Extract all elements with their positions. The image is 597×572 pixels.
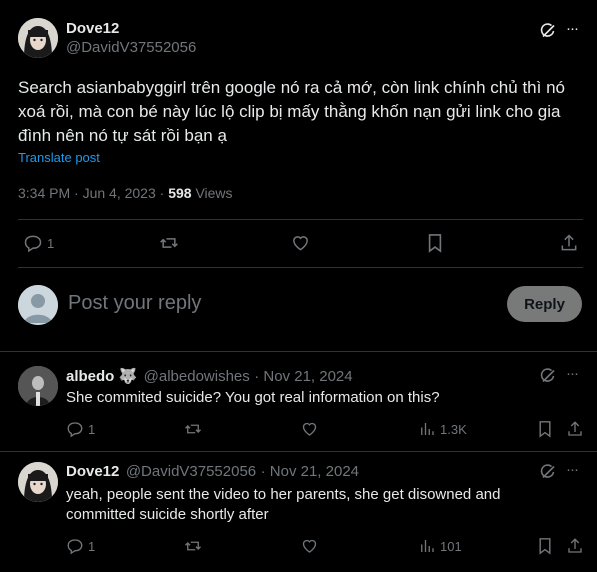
repost-action[interactable]: [158, 233, 180, 253]
bookmark-action[interactable]: [537, 420, 553, 438]
divider: [18, 267, 583, 268]
share-icon: [561, 234, 577, 251]
post-meta: 3:34 PM · Jun 4, 2023 · 598 Views: [18, 185, 233, 201]
heart-icon: [302, 539, 317, 553]
post-text-line: xoá rồi, mà con bé này lúc lộ clip bị mấ…: [18, 102, 561, 121]
analytics-icon: [421, 423, 434, 435]
reply-header: albedo 🐺 @albedowishes · Nov 21, 2024: [66, 367, 353, 386]
reply-icon: [67, 539, 83, 555]
author-name[interactable]: Dove12: [66, 20, 119, 37]
repost-icon: [185, 541, 201, 551]
share-action[interactable]: [566, 537, 584, 555]
reply-text-line: yeah, people sent the video to her paren…: [66, 486, 501, 503]
user-avatar: [18, 285, 58, 325]
reply-author-avatar[interactable]: [18, 462, 58, 502]
reply-actions: 1 1.3K: [0, 420, 597, 442]
share-action[interactable]: [566, 420, 584, 438]
reply-author-name[interactable]: albedo 🐺: [66, 368, 137, 385]
views-count: 1.3K: [440, 421, 467, 437]
reply-date[interactable]: · Nov 21, 2024: [254, 368, 352, 385]
reply-actions: 1 101: [0, 537, 597, 559]
reply-author-avatar[interactable]: [18, 366, 58, 406]
bookmark-icon: [539, 421, 551, 438]
bookmark-icon: [428, 234, 442, 253]
heart-icon: [302, 422, 317, 436]
share-icon: [568, 538, 582, 553]
reply-text-line: committed suicide shortly after: [66, 506, 269, 523]
views-count: 101: [440, 538, 462, 554]
post-timestamp[interactable]: 3:34 PM · Jun 4, 2023 ·: [18, 185, 164, 201]
grok-icon[interactable]: [539, 463, 557, 481]
like-action[interactable]: [290, 233, 311, 253]
author-avatar[interactable]: [18, 18, 58, 58]
like-action[interactable]: [300, 537, 319, 555]
reply-input[interactable]: Post your reply: [68, 292, 488, 315]
more-options-icon[interactable]: ···: [566, 461, 579, 478]
reply-date[interactable]: · Nov 21, 2024: [261, 463, 359, 480]
repost-action[interactable]: [183, 537, 203, 555]
share-icon: [568, 421, 582, 436]
more-options-icon[interactable]: ···: [566, 365, 579, 382]
reply-text: yeah, people sent the video to her paren…: [66, 485, 500, 525]
reply-author-handle[interactable]: @DavidV37552056: [126, 463, 256, 480]
translate-post-link[interactable]: Translate post: [18, 150, 100, 165]
share-action[interactable]: [559, 233, 579, 253]
views-action[interactable]: 101: [418, 537, 462, 555]
grok-icon[interactable]: [539, 367, 557, 385]
views-action[interactable]: 1.3K: [418, 420, 467, 438]
reply-button[interactable]: Reply: [507, 286, 582, 322]
divider: [18, 219, 583, 220]
views-label: Views: [195, 185, 233, 201]
post-text-line: đình nên nó tự sát rồi bạn ạ: [18, 126, 227, 145]
bookmark-icon: [539, 538, 551, 555]
reply-text: She commited suicide? You got real infor…: [66, 389, 440, 406]
reply-count: 1: [47, 235, 55, 251]
reply-count: 1: [88, 421, 96, 437]
reply-icon: [24, 235, 42, 253]
reply-action[interactable]: 1: [23, 233, 54, 253]
bookmark-action[interactable]: [426, 233, 444, 253]
heart-icon: [293, 236, 308, 251]
analytics-icon: [421, 540, 434, 552]
reply-icon: [67, 422, 83, 438]
post-actions: 1: [0, 233, 597, 255]
like-action[interactable]: [300, 420, 319, 438]
reply-header: Dove12 @DavidV37552056 · Nov 21, 2024: [66, 463, 359, 481]
grok-icon[interactable]: [539, 22, 557, 40]
reply-action[interactable]: 1: [66, 537, 95, 555]
reply-author-name[interactable]: Dove12: [66, 463, 119, 480]
repost-icon: [185, 424, 201, 434]
post-text: Search asianbabyggirl trên google nó ra …: [18, 76, 588, 148]
divider: [0, 351, 597, 352]
views-count: 598: [168, 185, 192, 201]
more-options-icon[interactable]: ···: [566, 20, 579, 37]
post-text-line: Search asianbabyggirl trên google nó ra …: [18, 78, 565, 97]
divider: [0, 451, 597, 452]
reply-author-handle[interactable]: @albedowishes: [144, 368, 250, 385]
repost-icon: [160, 238, 178, 248]
reply-action[interactable]: 1: [66, 420, 95, 438]
bookmark-action[interactable]: [537, 537, 553, 555]
repost-action[interactable]: [183, 420, 203, 438]
author-handle[interactable]: @DavidV37552056: [66, 39, 196, 56]
reply-count: 1: [88, 538, 96, 554]
